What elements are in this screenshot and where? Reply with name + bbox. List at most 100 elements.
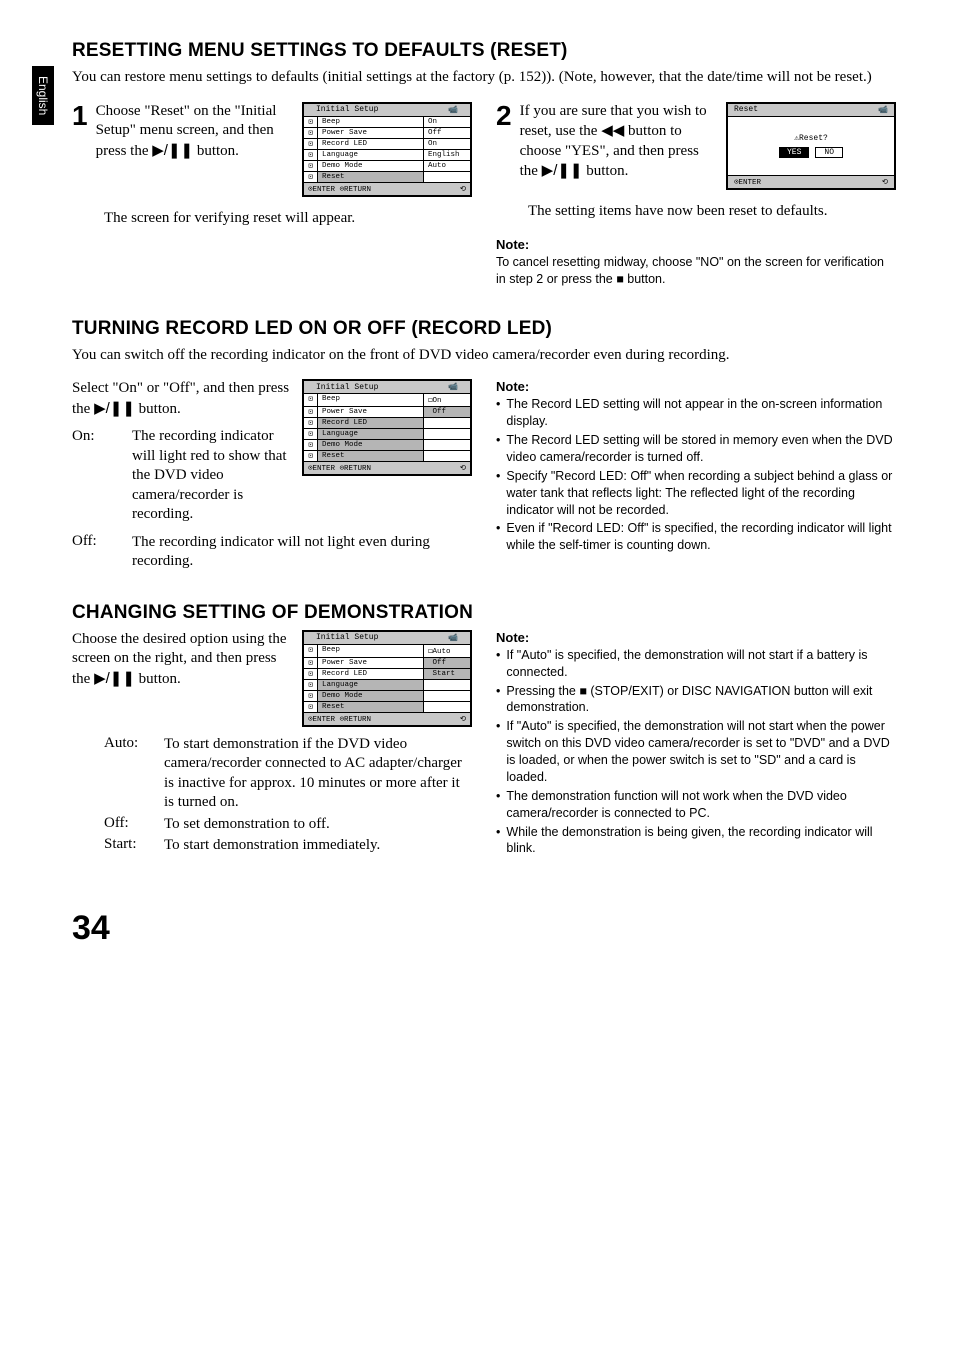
screen2-foot-r: ⟲ bbox=[460, 463, 466, 473]
row-value: Off bbox=[424, 407, 470, 417]
row-icon: ⊡ bbox=[304, 128, 318, 138]
s2-n1: The Record LED setting will not appear i… bbox=[506, 396, 896, 430]
yes-button[interactable]: YES bbox=[779, 147, 809, 158]
row-value bbox=[424, 440, 470, 450]
initial-setup-screen-2: Initial Setup 📹 ⊡Beep◻On⊡Power Save Off⊡… bbox=[302, 379, 472, 476]
row-icon: ⊡ bbox=[304, 139, 318, 149]
initial-setup-screen-1: Initial Setup 📹 ⊡BeepOn⊡Power SaveOff⊡Re… bbox=[302, 102, 472, 197]
menu-row: ⊡Language bbox=[304, 429, 470, 440]
s1-note-heading: Note: bbox=[496, 237, 896, 252]
bullet-icon: • bbox=[496, 788, 500, 822]
row-label: Demo Mode bbox=[318, 691, 424, 701]
row-icon: ⊡ bbox=[304, 429, 318, 439]
row-icon: ⊡ bbox=[304, 691, 318, 701]
s2-on-text: The recording indicator will light red t… bbox=[132, 427, 292, 525]
reset-heading: RESETTING MENU SETTINGS TO DEFAULTS (RES… bbox=[72, 40, 896, 62]
reset-intro: You can restore menu settings to default… bbox=[72, 68, 896, 88]
menu-row: ⊡Reset bbox=[304, 702, 470, 712]
row-label: Power Save bbox=[318, 658, 424, 668]
screen3-title: Initial Setup bbox=[316, 633, 378, 642]
row-label: Power Save bbox=[318, 407, 424, 417]
screen1-foot-l: ⊙ENTER ⊙RETURN bbox=[308, 184, 371, 194]
row-value bbox=[424, 680, 470, 690]
row-label: Record LED bbox=[318, 418, 424, 428]
play-pause-icon: ▶/❚❚ bbox=[94, 399, 135, 419]
row-label: Language bbox=[318, 429, 424, 439]
screen3-foot-r: ⟲ bbox=[460, 714, 466, 724]
step1-text-b: button. bbox=[193, 143, 239, 159]
bullet-icon: • bbox=[496, 718, 500, 786]
menu-row: ⊡Reset bbox=[304, 451, 470, 461]
step-2-follow: The setting items have now been reset to… bbox=[496, 202, 896, 222]
s3-note-heading: Note: bbox=[496, 630, 896, 645]
s2-n3: Specify "Record LED: Off" when recording… bbox=[506, 468, 896, 519]
row-icon: ⊡ bbox=[304, 394, 318, 406]
screen3-foot-l: ⊙ENTER ⊙RETURN bbox=[308, 714, 371, 724]
auto-label: Auto: bbox=[104, 735, 154, 813]
step2-text-c: button. bbox=[583, 163, 629, 179]
bullet-icon: • bbox=[496, 432, 500, 466]
s2-note-heading: Note: bbox=[496, 379, 896, 394]
row-icon: ⊡ bbox=[304, 702, 318, 712]
start-label: Start: bbox=[104, 836, 154, 856]
row-icon: ⊡ bbox=[304, 117, 318, 127]
s3-n3: If "Auto" is specified, the demonstratio… bbox=[506, 718, 896, 786]
menu-row: ⊡Language bbox=[304, 680, 470, 691]
s3-n4: The demonstration function will not work… bbox=[506, 788, 896, 822]
bullet-icon: • bbox=[496, 520, 500, 554]
camera-icon: 📹 bbox=[448, 633, 458, 643]
bullet-icon: • bbox=[496, 396, 500, 430]
row-value: ◻On bbox=[424, 394, 470, 406]
row-label: Power Save bbox=[318, 128, 424, 138]
row-value bbox=[424, 418, 470, 428]
row-icon: ⊡ bbox=[304, 645, 318, 657]
s3-lead: Choose the desired option using the scre… bbox=[72, 630, 292, 690]
start-text: To start demonstration immediately. bbox=[164, 836, 380, 856]
row-value: On bbox=[424, 139, 470, 149]
screen1-title: Initial Setup bbox=[316, 105, 378, 114]
camera-icon: 📹 bbox=[878, 105, 888, 115]
row-value: On bbox=[424, 117, 470, 127]
row-label: Demo Mode bbox=[318, 161, 424, 171]
no-button[interactable]: NO bbox=[815, 147, 843, 158]
off-label: Off: bbox=[104, 815, 154, 835]
row-value bbox=[424, 702, 470, 712]
menu-row: ⊡Record LED bbox=[304, 418, 470, 429]
step-2-number: 2 bbox=[496, 102, 512, 130]
menu-row: ⊡Power SaveOff bbox=[304, 128, 470, 139]
row-label: Reset bbox=[318, 702, 424, 712]
row-value bbox=[424, 691, 470, 701]
stop-icon: ■ bbox=[579, 683, 587, 700]
row-icon: ⊡ bbox=[304, 451, 318, 461]
s2-off-text: The recording indicator will not light e… bbox=[132, 533, 472, 572]
row-label: Record LED bbox=[318, 669, 424, 679]
reset-foot-r: ⟲ bbox=[882, 177, 888, 187]
menu-row: ⊡Demo Mode bbox=[304, 691, 470, 702]
menu-row: ⊡BeepOn bbox=[304, 117, 470, 128]
play-pause-icon: ▶/❚❚ bbox=[94, 669, 135, 689]
row-icon: ⊡ bbox=[304, 440, 318, 450]
row-label: Language bbox=[318, 150, 424, 160]
record-led-intro: You can switch off the recording indicat… bbox=[72, 346, 896, 366]
demo-heading: CHANGING SETTING OF DEMONSTRATION bbox=[72, 602, 896, 624]
row-value: Start bbox=[424, 669, 470, 679]
menu-row: ⊡Beep◻On bbox=[304, 394, 470, 407]
stop-icon: ■ bbox=[616, 271, 624, 288]
row-label: Beep bbox=[318, 394, 424, 406]
row-label: Record LED bbox=[318, 139, 424, 149]
s2-n4: Even if "Record LED: Off" is specified, … bbox=[506, 520, 896, 554]
screen2-title: Initial Setup bbox=[316, 383, 378, 392]
row-icon: ⊡ bbox=[304, 669, 318, 679]
row-value: Off bbox=[424, 128, 470, 138]
s2-off-label: Off: bbox=[72, 533, 122, 572]
s2-on-label: On: bbox=[72, 427, 122, 525]
row-value bbox=[424, 172, 470, 182]
bullet-icon: • bbox=[496, 647, 500, 681]
menu-row: ⊡Reset bbox=[304, 172, 470, 182]
play-pause-icon: ▶/❚❚ bbox=[542, 161, 583, 181]
row-value: Off bbox=[424, 658, 470, 668]
reset-title: Reset bbox=[734, 105, 758, 115]
bullet-icon: • bbox=[496, 468, 500, 519]
menu-row: ⊡LanguageEnglish bbox=[304, 150, 470, 161]
row-value bbox=[424, 429, 470, 439]
